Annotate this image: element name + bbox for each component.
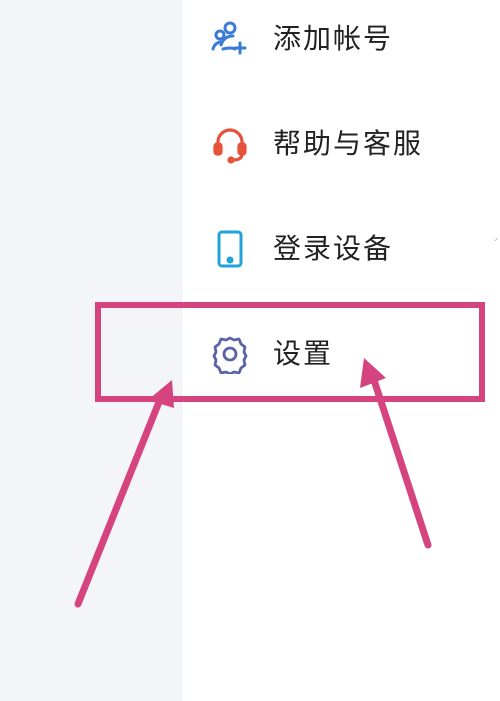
app-screen: 添加帐号 帮助与客服 登录设备 设置 ˊ <box>0 0 500 701</box>
gear-icon <box>210 334 250 374</box>
menu-item-label: 设置 <box>273 337 334 370</box>
menu-item-login-devices[interactable]: 登录设备 <box>182 197 500 302</box>
menu-item-add-account[interactable]: 添加帐号 <box>182 0 500 92</box>
menu-item-help-support[interactable]: 帮助与客服 <box>182 92 500 197</box>
menu-item-settings[interactable]: 设置 <box>182 302 500 407</box>
menu-item-label: 添加帐号 <box>273 22 394 55</box>
menu-item-label: 登录设备 <box>273 232 394 265</box>
headset-icon <box>210 124 250 164</box>
menu-item-label: 帮助与客服 <box>273 127 424 160</box>
phone-icon <box>210 229 250 269</box>
add-account-icon <box>210 19 250 59</box>
left-panel <box>0 0 181 701</box>
edge-mark: ˊ <box>492 238 499 254</box>
